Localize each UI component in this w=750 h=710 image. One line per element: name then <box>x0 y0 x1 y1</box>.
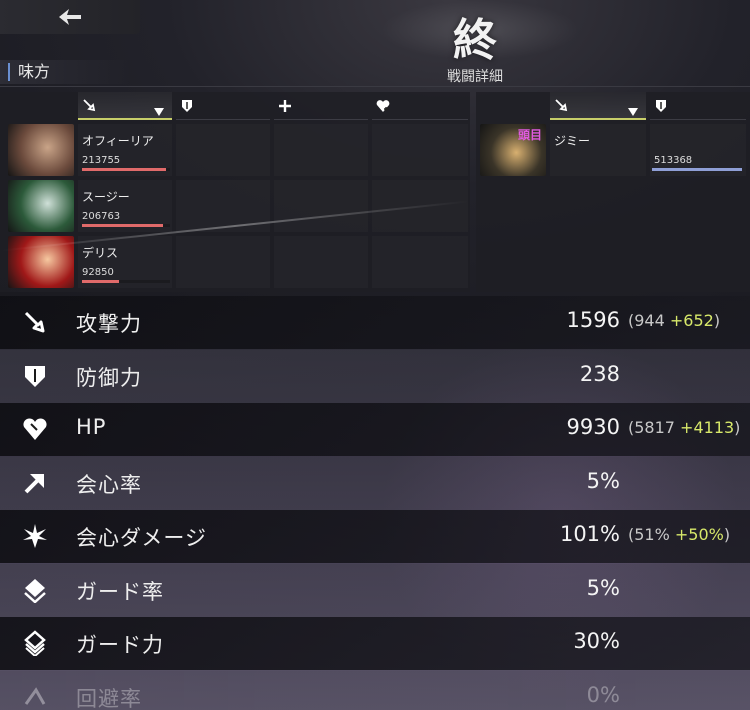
stat-close-paren: ) <box>713 311 721 330</box>
stat-label: 回避率 <box>76 687 142 710</box>
stat-label: ガード率 <box>76 580 164 604</box>
stat-row: 会心ダメージ 101% (51% +50%) <box>0 510 750 563</box>
ally-cell <box>176 124 270 176</box>
stat-label: 防御力 <box>76 366 142 390</box>
stat-close-paren: ) <box>723 525 731 544</box>
stat-value: 1596 <box>566 308 620 332</box>
enemy-grid <box>476 92 750 292</box>
ally-name: オフィーリア <box>82 134 154 148</box>
stat-value: 5% <box>586 576 620 600</box>
tab-defense[interactable] <box>176 92 270 120</box>
ally-side-label: 味方 <box>8 63 50 81</box>
battle-detail-panel: 終 味方 戦闘詳細 オフィーリア 213755 スージー 206763 デリス 92850… <box>0 0 750 296</box>
stat-base: (51% <box>628 525 675 544</box>
ally-damage-bar <box>82 168 170 171</box>
stat-value: 238 <box>579 362 620 386</box>
enemy-tab-damage[interactable] <box>550 92 646 120</box>
stat-label: ガード力 <box>76 633 164 657</box>
header-divider <box>0 86 750 87</box>
stat-bonus: +652 <box>669 311 714 330</box>
ally-damage-value: 206763 <box>82 211 121 222</box>
heart-plus-icon <box>376 99 390 112</box>
stat-row: HP 9930 (5817 +4113) <box>0 403 750 456</box>
stat-breakdown: (944 +652) <box>628 311 720 330</box>
stat-value: 5% <box>586 469 620 493</box>
ally-damage-bar <box>82 280 170 283</box>
sword-icon <box>24 311 45 333</box>
enemy-damage-value: 513368 <box>654 155 693 166</box>
stat-label: 会心率 <box>76 473 142 497</box>
chevron-down-icon <box>154 108 164 116</box>
ally-damage-value: 213755 <box>82 155 121 166</box>
ally-cell <box>274 236 368 288</box>
stat-value: 9930 <box>566 415 620 439</box>
stat-close-paren: ) <box>734 418 741 437</box>
sort-caret <box>624 101 638 120</box>
guard-diamond-icon <box>24 579 46 603</box>
tab-heal[interactable] <box>274 92 368 120</box>
tab-support[interactable] <box>372 92 468 120</box>
avatar[interactable] <box>8 180 74 232</box>
ally-cell <box>372 236 468 288</box>
stat-row: 会心率 5% <box>0 457 750 510</box>
ally-name: デリス <box>82 246 119 260</box>
panel-title: 戦闘詳細 <box>447 69 503 85</box>
shield-icon <box>182 99 192 112</box>
stat-row: 回避率 0% <box>0 671 750 710</box>
ally-name: スージー <box>82 190 130 204</box>
ally-damage-bar-fill <box>82 224 163 227</box>
stat-label: 会心ダメージ <box>76 526 207 550</box>
avatar[interactable] <box>8 124 74 176</box>
stat-value: 30% <box>573 629 620 653</box>
stat-bonus: +50% <box>674 525 724 544</box>
sword-icon <box>555 99 568 112</box>
stat-row: 攻撃力 1596 (944 +652) <box>0 296 750 349</box>
enemy-damage-bar <box>652 168 742 171</box>
stat-label: HP <box>76 415 107 439</box>
crit-arrow-icon <box>24 474 44 494</box>
ally-cell <box>274 180 368 232</box>
stat-value: 101% <box>559 522 620 546</box>
stat-base: (5817 <box>628 418 681 437</box>
ally-cell <box>372 124 468 176</box>
boss-tag: 頭目 <box>518 128 543 142</box>
stat-breakdown: (5817 +4113) <box>628 418 740 437</box>
guard-layers-icon <box>24 630 46 656</box>
chevron-down-icon <box>628 108 638 116</box>
ally-cell <box>274 124 368 176</box>
back-button[interactable] <box>0 0 140 34</box>
stat-row: ガード率 5% <box>0 564 750 617</box>
burst-icon <box>23 524 47 548</box>
stat-bonus: +4113 <box>680 418 735 437</box>
stats-panel: 攻撃力 1596 (944 +652) 防御力 238 HP 9930 (5817 +4113… <box>0 296 750 710</box>
ally-damage-bar-fill <box>82 280 119 283</box>
ally-damage-value: 92850 <box>82 267 114 278</box>
stat-value: 0% <box>586 683 620 707</box>
ally-damage-bar-fill <box>82 168 166 171</box>
plus-icon <box>279 99 291 112</box>
shield-icon <box>25 366 45 387</box>
shield-icon <box>656 99 666 112</box>
enemy-tab-defense[interactable] <box>650 92 746 120</box>
stat-label: 攻撃力 <box>76 312 142 336</box>
evade-icon <box>24 687 46 705</box>
back-arrow-icon <box>59 9 81 25</box>
heart-icon <box>23 418 47 440</box>
stat-breakdown: (51% +50%) <box>628 525 730 544</box>
ally-cell <box>176 236 270 288</box>
stat-row: 防御力 238 <box>0 350 750 403</box>
tab-damage[interactable] <box>78 92 172 120</box>
stat-row: ガード力 30% <box>0 617 750 670</box>
sword-icon <box>83 99 96 112</box>
stat-base: (944 <box>628 311 670 330</box>
enemy-name: ジミー <box>554 134 591 148</box>
enemy-damage-bar-fill <box>652 168 742 171</box>
battle-end-mark: 終 <box>453 15 497 66</box>
ally-damage-bar <box>82 224 170 227</box>
sort-caret <box>150 101 164 120</box>
